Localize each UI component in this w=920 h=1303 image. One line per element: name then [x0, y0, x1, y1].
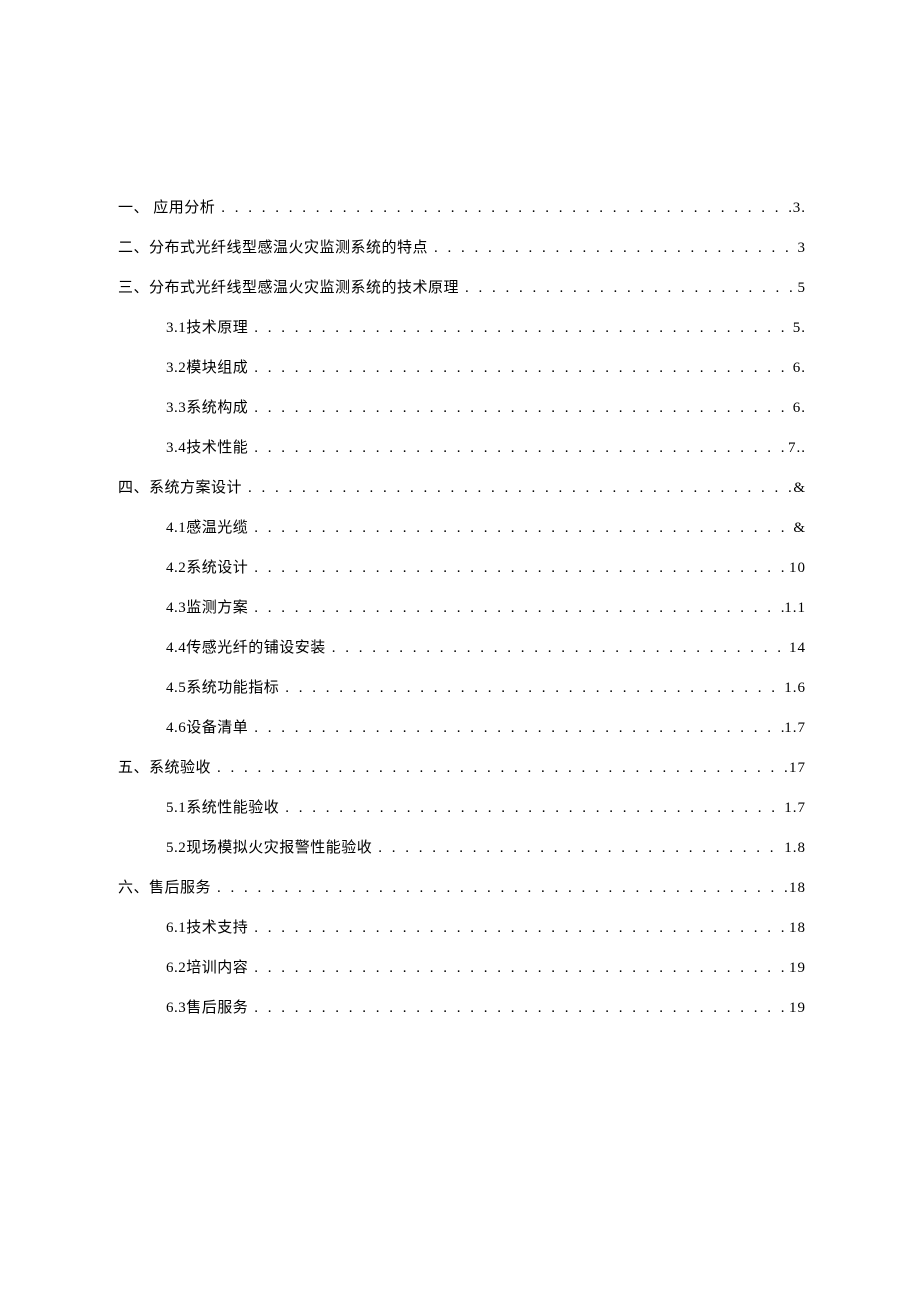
toc-entry: 三、分布式光纤线型感温火灾监测系统的技术原理 5: [118, 276, 806, 297]
toc-leader-dots: [211, 880, 789, 897]
toc-entry-page: 6.: [793, 360, 806, 377]
toc-entry-page: &: [793, 520, 806, 537]
toc-entry-page: 5.: [793, 320, 806, 337]
toc-entry: 6.3售后服务 19: [118, 996, 806, 1017]
toc-entry-page: 3: [798, 240, 807, 257]
toc-entry-page: 19: [789, 1000, 806, 1017]
toc-entry-label: 二、分布式光纤线型感温火灾监测系统的特点: [118, 236, 428, 257]
toc-entry-page: 1.7: [784, 720, 806, 737]
toc-leader-dots: [372, 840, 784, 857]
toc-leader-dots: [248, 360, 792, 377]
toc-entry: 二、分布式光纤线型感温火灾监测系统的特点 3: [118, 236, 806, 257]
toc-leader-dots: [215, 200, 792, 217]
toc-entry-label: 三、分布式光纤线型感温火灾监测系统的技术原理: [118, 276, 459, 297]
toc-leader-dots: [248, 600, 784, 617]
toc-entry-label: 3.1技术原理: [166, 316, 248, 337]
toc-entry: 3.3系统构成 6.: [118, 396, 806, 417]
toc-entry-label: 6.1技术支持: [166, 916, 248, 937]
toc-entry-label: 五、系统验收: [118, 756, 211, 777]
toc-leader-dots: [459, 280, 797, 297]
toc-leader-dots: [248, 920, 789, 937]
toc-entry: 3.2模块组成 6.: [118, 356, 806, 377]
toc-entry-label: 一、 应用分析: [118, 196, 215, 217]
toc-entry: 5.2现场模拟火灾报警性能验收 1.8: [118, 836, 806, 857]
toc-entry: 六、售后服务 18: [118, 876, 806, 897]
toc-leader-dots: [248, 1000, 789, 1017]
toc-entry-page: 1.7: [784, 800, 806, 817]
toc-entry: 4.6设备清单 1.7: [118, 716, 806, 737]
toc-entry-page: 7..: [788, 440, 806, 457]
toc-entry-page: 10: [789, 560, 806, 577]
toc-leader-dots: [248, 520, 793, 537]
toc-entry-page: 18: [789, 880, 806, 897]
toc-entry-label: 4.5系统功能指标: [166, 676, 279, 697]
toc-entry-page: 1.6: [784, 680, 806, 697]
toc-entry: 5.1系统性能验收 1.7: [118, 796, 806, 817]
toc-entry-label: 四、系统方案设计: [118, 476, 242, 497]
toc-entry-label: 4.4传感光纤的铺设安装: [166, 636, 326, 657]
toc-entry-label: 5.1系统性能验收: [166, 796, 279, 817]
toc-entry-page: 18: [789, 920, 806, 937]
toc-entry-label: 5.2现场模拟火灾报警性能验收: [166, 836, 372, 857]
toc-entry: 4.3监测方案 1.1: [118, 596, 806, 617]
toc-entry-label: 6.3售后服务: [166, 996, 248, 1017]
toc-leader-dots: [279, 800, 784, 817]
toc-entry: 4.1感温光缆 &: [118, 516, 806, 537]
toc-leader-dots: [248, 320, 792, 337]
toc-leader-dots: [326, 640, 789, 657]
toc-entry: 3.1技术原理 5.: [118, 316, 806, 337]
toc-entry-page: 1.8: [784, 840, 806, 857]
toc-leader-dots: [248, 440, 788, 457]
toc-entry: 6.1技术支持 18: [118, 916, 806, 937]
toc-entry-label: 六、售后服务: [118, 876, 211, 897]
toc-leader-dots: [248, 960, 789, 977]
toc-entry: 3.4技术性能 7..: [118, 436, 806, 457]
toc-entry-label: 6.2培训内容: [166, 956, 248, 977]
toc-entry-label: 3.2模块组成: [166, 356, 248, 377]
toc-entry-page: 14: [789, 640, 806, 657]
toc-entry: 一、 应用分析 3.: [118, 196, 806, 217]
toc-entry-page: 1.1: [784, 600, 806, 617]
toc-entry-page: 5: [798, 280, 807, 297]
toc-entry-label: 3.4技术性能: [166, 436, 248, 457]
toc-leader-dots: [248, 560, 789, 577]
toc-entry-label: 4.1感温光缆: [166, 516, 248, 537]
toc-entry: 6.2培训内容 19: [118, 956, 806, 977]
toc-leader-dots: [428, 240, 797, 257]
toc-entry-page: 6.: [793, 400, 806, 417]
toc-entry: 四、系统方案设计 &: [118, 476, 806, 497]
toc-entry: 五、系统验收 17: [118, 756, 806, 777]
toc-leader-dots: [248, 720, 784, 737]
toc-leader-dots: [248, 400, 792, 417]
toc-entry: 4.4传感光纤的铺设安装 14: [118, 636, 806, 657]
toc-leader-dots: [242, 480, 793, 497]
toc-entry-label: 4.6设备清单: [166, 716, 248, 737]
toc-leader-dots: [211, 760, 789, 777]
toc-entry-label: 4.2系统设计: [166, 556, 248, 577]
toc-entry-label: 3.3系统构成: [166, 396, 248, 417]
toc-entry-page: 17: [789, 760, 806, 777]
toc-entry-label: 4.3监测方案: [166, 596, 248, 617]
toc-entry: 4.5系统功能指标 1.6: [118, 676, 806, 697]
toc-entry: 4.2系统设计 10: [118, 556, 806, 577]
table-of-contents: 一、 应用分析 3. 二、分布式光纤线型感温火灾监测系统的特点 3 三、分布式光纤线型感…: [118, 196, 806, 1017]
toc-entry-page: 3.: [793, 200, 806, 217]
toc-entry-page: 19: [789, 960, 806, 977]
toc-entry-page: &: [793, 480, 806, 497]
toc-leader-dots: [279, 680, 784, 697]
